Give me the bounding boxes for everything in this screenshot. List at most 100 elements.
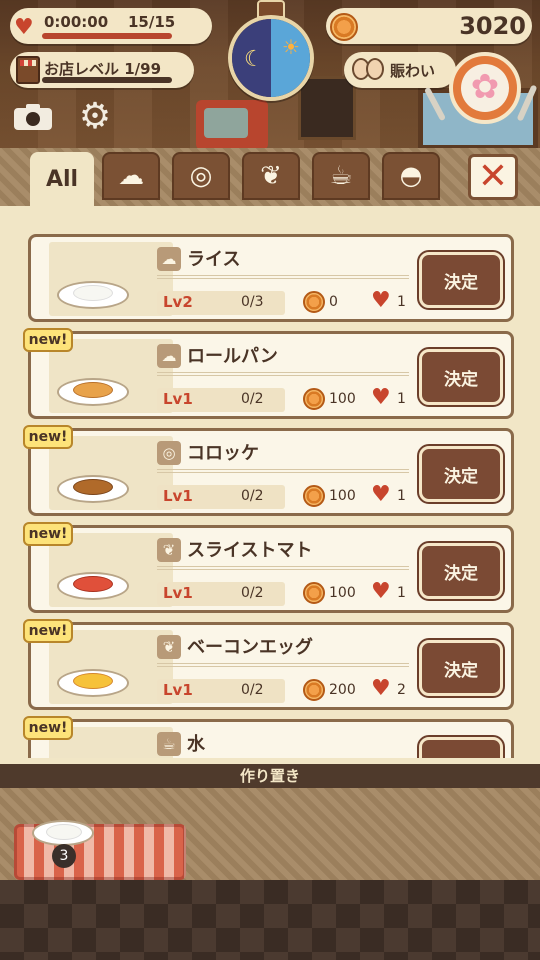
salad-category-icon: ❦ <box>157 635 181 659</box>
croquette-plate <box>57 475 129 503</box>
dish-price: 100 <box>329 488 356 504</box>
prep-quantity-badge: 3 <box>52 844 76 868</box>
dish-hearts: 2 <box>397 682 406 698</box>
dish-progress: 0/3 <box>241 294 264 310</box>
decide-button[interactable]: 決定 <box>417 444 505 504</box>
dish-level: Lv1 <box>163 681 193 699</box>
shop-level-text: お店レベル 1/99 <box>44 60 162 78</box>
decide-button[interactable]: 決定 <box>417 541 505 601</box>
dish-name: ベーコンエッグ <box>187 637 313 658</box>
new-badge: new! <box>23 716 73 740</box>
dish-price: 0 <box>329 294 338 310</box>
rice-category-icon: ☁ <box>157 344 181 368</box>
dish-hearts: 1 <box>397 294 406 310</box>
dish-progress: 0/2 <box>241 488 264 504</box>
coin-icon <box>303 291 325 313</box>
dish-hearts: 1 <box>397 391 406 407</box>
decide-button[interactable]: 決定 <box>417 638 505 698</box>
heart-icon: ♥ <box>371 288 391 313</box>
timer: 0:00:00 <box>44 13 109 31</box>
close-icon: ✕ <box>477 156 509 197</box>
heart-icon: ♥ <box>371 676 391 701</box>
drink-category-icon: ☕ <box>157 732 181 756</box>
decide-button[interactable] <box>417 735 505 758</box>
dish-name: 水 <box>187 734 205 755</box>
prep-title: 作り置き <box>0 764 540 788</box>
dish-name: ロールパン <box>187 346 278 367</box>
tab-main[interactable]: ◎ <box>172 152 230 200</box>
dessert-icon: ◓ <box>399 161 423 191</box>
roll-bread-plate <box>57 378 129 406</box>
stamina-bar <box>42 33 172 39</box>
new-badge: new! <box>23 425 73 449</box>
shop-icon <box>16 56 40 84</box>
dish-hearts: 1 <box>397 585 406 601</box>
dish-price: 200 <box>329 682 356 698</box>
shop-level-bar <box>42 77 172 83</box>
bacon-egg-plate <box>57 669 129 697</box>
camera-button[interactable] <box>14 102 54 130</box>
heart-icon: ♥ <box>14 15 34 40</box>
stamina-count: 15/15 <box>128 13 176 31</box>
coin-icon <box>303 582 325 604</box>
tab-drink[interactable]: ☕ <box>312 152 370 200</box>
decide-button[interactable]: 決定 <box>417 250 505 310</box>
coin-icon <box>330 13 358 41</box>
list-item: ☁ ライス Lv2 0/3 0 ♥ 1 決定 <box>28 234 514 322</box>
dish-level: Lv1 <box>163 390 193 408</box>
checkered-floor <box>0 880 540 960</box>
new-badge: new! <box>23 328 73 352</box>
dish-price: 100 <box>329 391 356 407</box>
drink-icon: ☕ <box>329 161 353 191</box>
rice-bowl-icon: ☁ <box>118 161 144 191</box>
dish-name: コロッケ <box>187 443 259 464</box>
coin-icon <box>303 679 325 701</box>
list-item: ☕ 水 new! <box>23 716 514 758</box>
dish-progress: 0/2 <box>241 585 264 601</box>
rice-plate <box>57 281 129 309</box>
main-dish-icon: ◎ <box>189 161 213 191</box>
dish-name: スライストマト <box>187 540 313 561</box>
sliced-tomato-plate <box>57 572 129 600</box>
day-night-clock: ☾ ☀ <box>228 15 314 101</box>
list-item: ☁ ロールパン Lv1 0/2 100 ♥ 1 決定 new! <box>23 328 514 419</box>
tab-all[interactable]: All <box>30 152 94 206</box>
dish-level: Lv1 <box>163 487 193 505</box>
close-button[interactable]: ✕ <box>468 154 518 200</box>
tab-rice[interactable]: ☁ <box>102 152 160 200</box>
dish-name: ライス <box>187 249 241 270</box>
tab-dessert[interactable]: ◓ <box>382 152 440 200</box>
coin-count: 3020 <box>459 12 526 40</box>
dish-hearts: 1 <box>397 488 406 504</box>
tv <box>196 100 268 150</box>
dish-level: Lv2 <box>163 293 193 311</box>
list-item: ❦ ベーコンエッグ Lv1 0/2 200 ♥ 2 決定 new! <box>23 619 514 710</box>
decide-button[interactable]: 決定 <box>417 347 505 407</box>
heart-icon: ♥ <box>371 579 391 604</box>
dish-level: Lv1 <box>163 584 193 602</box>
tab-salad[interactable]: ❦ <box>242 152 300 200</box>
dish-progress: 0/2 <box>241 391 264 407</box>
gear-icon[interactable]: ⚙ <box>76 98 114 136</box>
menu-list[interactable]: ☁ ライス Lv2 0/3 0 ♥ 1 決定 ☁ ロールパン Lv1 0/2 1… <box>0 206 540 758</box>
heart-icon: ♥ <box>371 482 391 507</box>
prep-rice-plate[interactable] <box>32 820 94 846</box>
new-badge: new! <box>23 522 73 546</box>
camera-icon <box>26 112 40 126</box>
sakura-icon: ✿ <box>470 67 500 107</box>
main-dish-category-icon: ◎ <box>157 441 181 465</box>
coin-icon <box>303 485 325 507</box>
sun-icon: ☀ <box>282 35 300 59</box>
coin-icon <box>303 388 325 410</box>
customers-icon <box>352 56 386 84</box>
salad-category-icon: ❦ <box>157 538 181 562</box>
dish-price: 100 <box>329 585 356 601</box>
salad-icon: ❦ <box>260 161 282 191</box>
dish-progress: 0/2 <box>241 682 264 698</box>
new-badge: new! <box>23 619 73 643</box>
rice-category-icon: ☁ <box>157 247 181 271</box>
list-item: ❦ スライストマト Lv1 0/2 100 ♥ 1 決定 new! <box>23 522 514 613</box>
busy-label: 賑わい <box>390 62 436 80</box>
heart-icon: ♥ <box>371 385 391 410</box>
moon-icon: ☾ <box>244 47 264 72</box>
